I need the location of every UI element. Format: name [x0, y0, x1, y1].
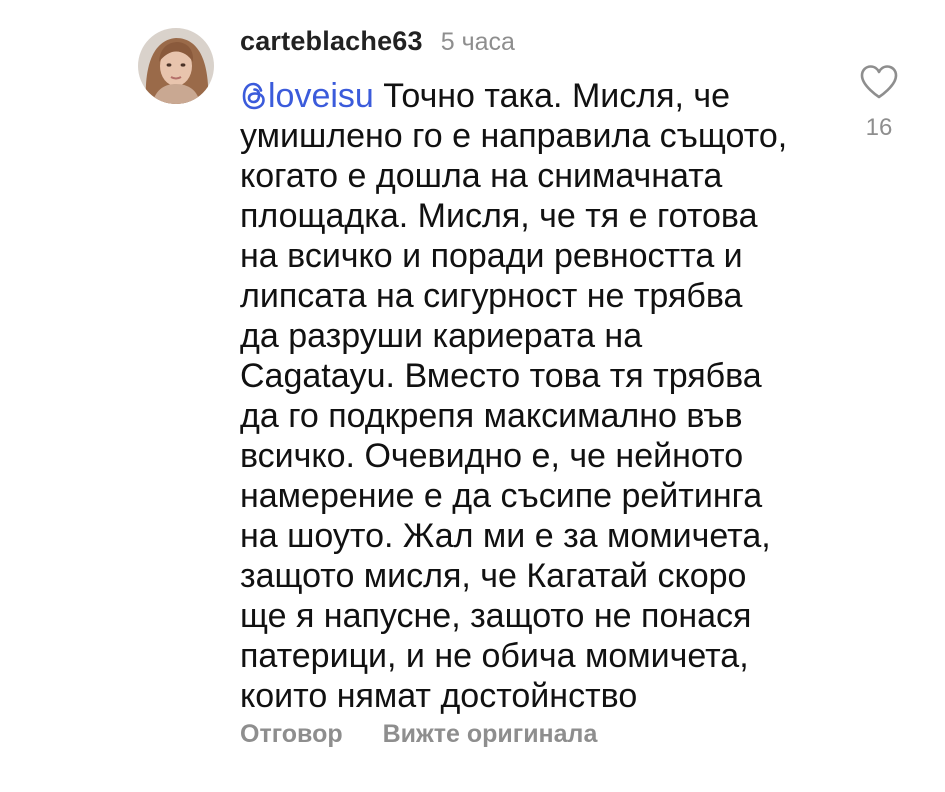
see-original-button[interactable]: Вижте оригинала	[383, 720, 598, 749]
comment-line: патерици, и не обича момичета,	[240, 637, 749, 675]
comment-line-text: Точно така. Мисля, че	[383, 77, 731, 115]
comment-text: loveisu Точно така. Мисля, че умишлено г…	[240, 76, 830, 716]
timestamp: 5 часа	[440, 28, 515, 56]
user-avatar-photo	[138, 28, 214, 104]
comment-line: всичко. Очевидно е, че нейното	[240, 437, 744, 475]
mention-link[interactable]: loveisu	[240, 77, 374, 115]
comment-line: умишлено го е направила същото,	[240, 117, 788, 155]
comment-line: да разруши кариерата на	[240, 317, 643, 355]
comment-line: да го подкрепя максимално във	[240, 397, 743, 435]
comment-line: loveisu Точно така. Мисля, че	[240, 76, 830, 116]
comment-line: намерение е да съсипе рейтинга	[240, 477, 763, 515]
like-control: 16	[855, 64, 903, 142]
threads-icon	[242, 82, 265, 110]
comment-actions: Отговор Вижте оригинала	[240, 720, 597, 749]
reply-button[interactable]: Отговор	[240, 720, 343, 749]
comment-line: липсата на сигурност не трябва	[240, 277, 743, 315]
like-count: 16	[865, 114, 893, 141]
heart-icon[interactable]	[859, 64, 899, 100]
comment-item: carteblache63 5 часа loveisu Точно така.…	[0, 0, 945, 792]
comment-line: площадка. Мисля, че тя е готова	[240, 197, 758, 235]
mention-handle: loveisu	[268, 77, 374, 115]
comment-line: защото мисля, че Кагатай скоро	[240, 557, 747, 595]
comment-line: когато е дошла на снимачната	[240, 157, 723, 195]
comment-line: на шоуто. Жал ми е за момичета,	[240, 517, 771, 555]
comment-line: Cagatayu. Вместо това тя трябва	[240, 357, 762, 395]
comment-line: на всичко и поради ревността и	[240, 237, 743, 275]
comment-header: carteblache63 5 часа	[240, 26, 515, 57]
comment-line: които нямат достойнство	[240, 677, 638, 715]
username[interactable]: carteblache63	[240, 26, 423, 57]
avatar[interactable]	[138, 28, 214, 104]
comment-line: ще я напусне, защото не понася	[240, 597, 752, 635]
